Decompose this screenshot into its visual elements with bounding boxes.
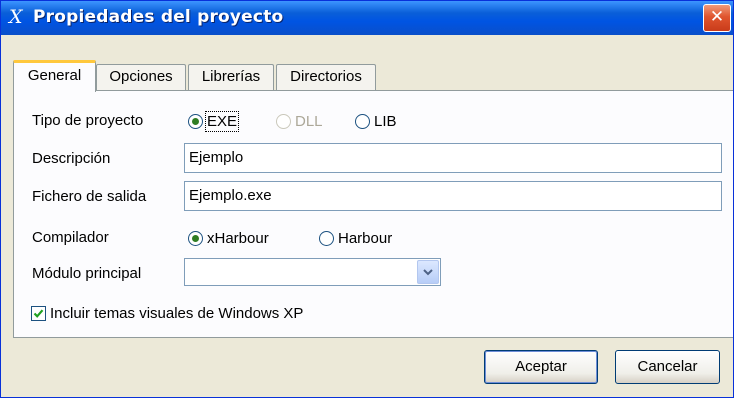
description-label: Descripción	[32, 150, 111, 167]
xp-themes-checkbox-box	[31, 306, 46, 321]
main-module-combo[interactable]	[184, 258, 441, 286]
compiler-label: Compilador	[32, 229, 109, 246]
tab-directorios[interactable]: Directorios	[276, 64, 376, 90]
output-file-field[interactable]: Ejemplo.exe	[184, 181, 722, 211]
xp-themes-checkbox[interactable]: Incluir temas visuales de Windows XP	[31, 305, 303, 322]
radio-lib[interactable]: LIB	[355, 113, 397, 130]
tab-opciones[interactable]: Opciones	[96, 64, 186, 90]
chevron-down-icon	[423, 269, 433, 276]
radio-xharbour-label: xHarbour	[207, 230, 269, 247]
title-bar[interactable]: X Propiedades del proyecto ✕	[1, 1, 733, 35]
main-module-label: Módulo principal	[32, 265, 142, 282]
checkmark-icon	[33, 309, 44, 318]
app-x-icon: X	[9, 6, 23, 28]
project-properties-dialog: X Propiedades del proyecto ✕ General Opc…	[0, 0, 734, 398]
project-type-label: Tipo de proyecto	[32, 112, 144, 129]
xp-themes-label: Incluir temas visuales de Windows XP	[50, 305, 304, 322]
radio-exe-label: EXE	[204, 111, 240, 132]
dialog-title: Propiedades del proyecto	[33, 7, 284, 27]
tab-librerias[interactable]: Librerías	[188, 64, 274, 90]
close-icon: ✕	[709, 7, 725, 27]
cancel-button[interactable]: Cancelar	[615, 350, 720, 384]
radio-lib-indicator	[355, 114, 370, 129]
output-file-label: Fichero de salida	[32, 188, 147, 205]
radio-dll: DLL	[276, 113, 323, 130]
main-module-dropdown-button[interactable]	[417, 260, 439, 284]
close-button[interactable]: ✕	[703, 4, 731, 32]
accept-button[interactable]: Aceptar	[484, 350, 598, 384]
radio-harbour-indicator	[319, 231, 334, 246]
radio-harbour-label: Harbour	[338, 230, 393, 247]
radio-lib-label: LIB	[374, 113, 397, 130]
radio-dll-indicator	[276, 114, 291, 129]
radio-exe-indicator	[188, 114, 203, 129]
radio-xharbour-indicator	[188, 231, 203, 246]
description-field[interactable]: Ejemplo	[184, 143, 722, 173]
tab-general[interactable]: General	[13, 60, 96, 92]
radio-exe[interactable]: EXE	[188, 111, 240, 132]
radio-dll-label: DLL	[295, 113, 323, 130]
radio-harbour[interactable]: Harbour	[319, 230, 392, 247]
radio-xharbour[interactable]: xHarbour	[188, 230, 269, 247]
